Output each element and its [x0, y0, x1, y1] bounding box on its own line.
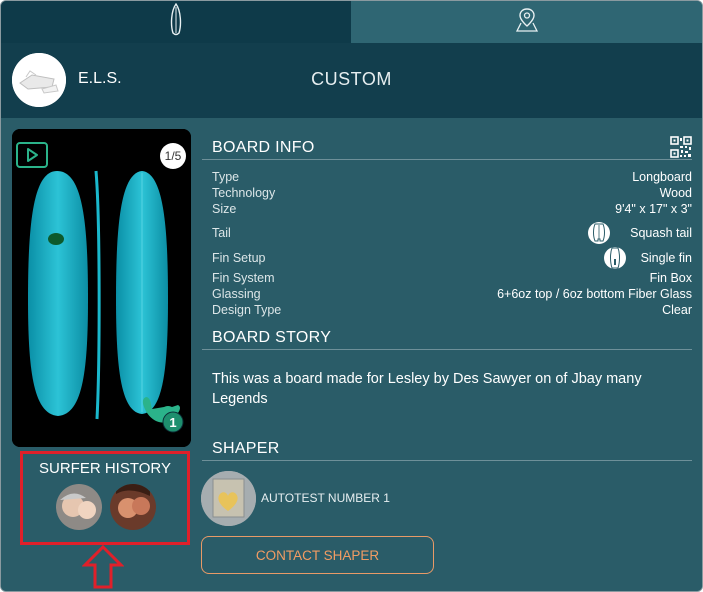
- info-row-tail: Tail Squash tail: [212, 222, 692, 244]
- contact-shaper-button[interactable]: CONTACT SHAPER: [201, 536, 434, 574]
- board-story-text: This was a board made for Lesley by Des …: [212, 371, 642, 407]
- shaper-avatar[interactable]: [201, 471, 256, 526]
- info-row-technology: Technology Wood: [212, 186, 692, 202]
- info-value: 6+6oz top / 6oz bottom Fiber Glass: [497, 287, 692, 301]
- photo-counter: 1/5: [160, 143, 186, 169]
- info-value: Longboard: [632, 170, 692, 184]
- info-label: Tail: [212, 226, 231, 240]
- shaka-count: 1: [169, 415, 176, 430]
- info-row-size: Size 9'4" x 17" x 3": [212, 202, 692, 218]
- map-pin-icon: [515, 7, 539, 38]
- info-label: Fin System: [212, 271, 275, 285]
- page-title: CUSTOM: [311, 69, 392, 89]
- shaper-title: SHAPER: [212, 440, 280, 457]
- surfer-history-title: SURFER HISTORY: [39, 460, 171, 477]
- board-photo-gallery[interactable]: 1/5 1: [12, 129, 191, 447]
- shaka-hand-icon: 1: [142, 397, 184, 433]
- info-label: Fin Setup: [212, 251, 266, 265]
- surfer-avatar[interactable]: [56, 484, 102, 530]
- surfer-photo: [56, 484, 102, 530]
- divider: [202, 159, 692, 160]
- info-label: Technology: [212, 186, 276, 200]
- info-value: Wood: [659, 186, 692, 200]
- board-story-title: BOARD STORY: [212, 329, 332, 346]
- info-label: Type: [212, 170, 240, 184]
- play-video-button[interactable]: [16, 142, 48, 173]
- info-row-glassing: Glassing 6+6oz top / 6oz bottom Fiber Gl…: [212, 287, 692, 303]
- info-value: 9'4" x 17" x 3": [615, 202, 692, 216]
- app-frame: E.L.S. CUSTOM 1/5 1 SURFER HISTORY BOARD…: [0, 0, 703, 592]
- info-value: Fin Box: [649, 271, 692, 285]
- info-label: Glassing: [212, 287, 261, 301]
- surfer-history-highlight: SURFER HISTORY: [20, 451, 190, 545]
- play-icon: [16, 142, 48, 168]
- tab-board[interactable]: [1, 1, 351, 43]
- tab-map[interactable]: [351, 1, 702, 43]
- info-label: Size: [212, 202, 237, 216]
- info-value: Clear: [662, 303, 692, 317]
- info-row-fin-setup: Fin Setup Single fin: [212, 247, 692, 269]
- info-value: Single fin: [640, 251, 692, 265]
- qr-code-icon: [670, 136, 692, 158]
- divider: [202, 460, 692, 461]
- surfboard-icon: [169, 2, 183, 42]
- info-value: Squash tail: [630, 226, 692, 240]
- up-arrow-icon: [82, 544, 124, 589]
- shaper-photo: [201, 471, 256, 526]
- divider: [202, 349, 692, 350]
- main-content: 1/5 1 SURFER HISTORY BOARD INFO Type Lon…: [1, 118, 702, 591]
- surfer-photo: [110, 484, 156, 530]
- info-row-type: Type Longboard: [212, 170, 692, 186]
- tab-bar: [1, 1, 702, 43]
- surfer-avatar[interactable]: [110, 484, 156, 530]
- shaka-like-button[interactable]: 1: [138, 385, 188, 440]
- info-label: Design Type: [212, 303, 282, 317]
- info-row-fin-system: Fin System Fin Box: [212, 271, 692, 287]
- shaper-name[interactable]: AUTOTEST NUMBER 1: [261, 491, 390, 505]
- header: E.L.S. CUSTOM: [1, 43, 702, 118]
- single-fin-icon: [604, 245, 626, 274]
- board-info-title: BOARD INFO: [212, 139, 315, 156]
- info-row-design-type: Design Type Clear: [212, 303, 692, 319]
